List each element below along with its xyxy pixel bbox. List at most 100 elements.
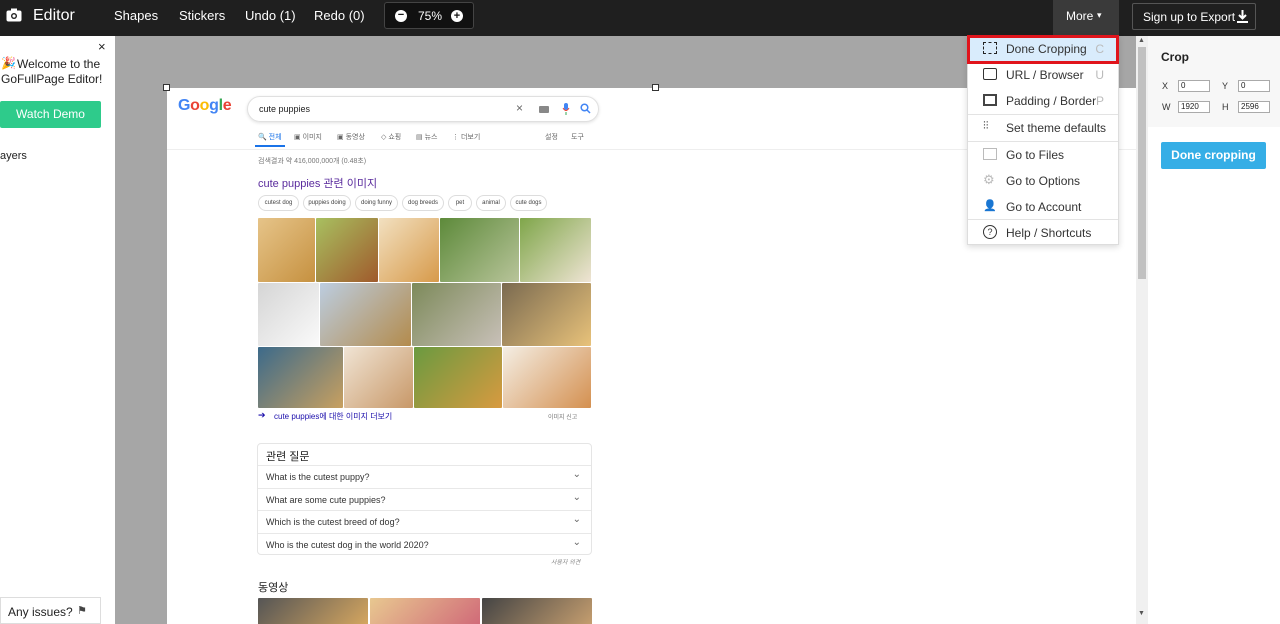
zoom-in-icon[interactable]: + — [451, 10, 463, 22]
tab-videos[interactable]: ▣ 동영상 — [337, 132, 365, 142]
browser-icon — [983, 68, 997, 80]
chevron-down-icon: ⌄ — [572, 469, 581, 480]
puppy-image[interactable] — [258, 347, 343, 408]
chip[interactable]: cutest dog — [258, 195, 299, 211]
close-icon[interactable]: × — [98, 39, 106, 54]
clear-icon[interactable]: × — [516, 101, 523, 115]
zoom-control: − 75% + — [384, 2, 474, 29]
tab-underline — [255, 145, 285, 147]
menu-item-options[interactable]: ⚙ Go to Options — [968, 168, 1118, 194]
zoom-level: 75% — [418, 9, 443, 23]
video-thumbnail[interactable] — [482, 598, 592, 624]
puppy-image[interactable] — [503, 347, 591, 408]
h-input[interactable]: 2596 — [1238, 101, 1270, 113]
question-row[interactable]: Which is the cutest breed of dog? ⌄ — [258, 510, 591, 532]
tab-news[interactable]: ▤ 뉴스 — [416, 132, 437, 142]
w-input[interactable]: 1920 — [1178, 101, 1210, 113]
puppy-image[interactable] — [502, 283, 591, 346]
feedback-link[interactable]: 사용자 의견 — [551, 557, 580, 566]
h-label: H — [1222, 102, 1229, 112]
chip[interactable]: puppies doing — [303, 195, 351, 211]
scroll-up-icon[interactable]: ▲ — [1138, 37, 1145, 44]
puppy-image[interactable] — [379, 218, 439, 282]
google-search-box[interactable]: cute puppies × — [247, 96, 599, 122]
tab-all[interactable]: 🔍 전체 — [258, 132, 282, 142]
export-button[interactable]: Sign up to Export — [1132, 3, 1256, 30]
related-questions: 관련 질문 What is the cutest puppy? ⌄ What ar… — [257, 443, 592, 555]
question-row[interactable]: What are some cute puppies? ⌄ — [258, 488, 591, 510]
question-row[interactable]: What is the cutest puppy? ⌄ — [258, 465, 591, 487]
more-button[interactable]: More ▾ — [1053, 0, 1119, 36]
undo-button[interactable]: Undo (1) — [245, 0, 296, 36]
chip[interactable]: animal — [476, 195, 506, 211]
menu-item-label: URL / Browser — [1006, 68, 1084, 82]
menu-shortcut: P — [1095, 94, 1104, 108]
puppy-image[interactable] — [440, 218, 519, 282]
video-thumbnail[interactable] — [370, 598, 480, 624]
tab-news-label: 뉴스 — [424, 134, 438, 141]
w-label: W — [1162, 102, 1171, 112]
padding-icon — [983, 94, 997, 106]
chip[interactable]: pet — [448, 195, 472, 211]
search-icon[interactable] — [580, 103, 591, 114]
menu-item-help[interactable]: ? Help / Shortcuts — [968, 220, 1118, 246]
menu-item-label: Padding / Border — [1006, 94, 1097, 108]
menu-item-done-cropping[interactable]: Done Cropping C — [967, 35, 1119, 64]
chip[interactable]: cute dogs — [510, 195, 547, 211]
puppy-image[interactable] — [258, 283, 319, 346]
question-text: What is the cutest puppy? — [266, 472, 370, 482]
tab-images-label: 이미지 — [302, 134, 322, 141]
done-cropping-label: Done cropping — [1171, 148, 1256, 162]
menu-item-account[interactable]: 👤 Go to Account — [968, 194, 1118, 220]
vertical-scrollbar[interactable]: ▲ ▼ — [1136, 36, 1148, 624]
chevron-down-icon: ⌄ — [572, 492, 581, 503]
zoom-out-icon[interactable]: − — [395, 10, 407, 22]
menu-item-padding-border[interactable]: Padding / Border P — [968, 88, 1118, 114]
keyboard-icon[interactable] — [539, 106, 549, 113]
menu-item-url-browser[interactable]: URL / Browser U — [968, 62, 1118, 88]
puppy-image[interactable] — [520, 218, 591, 282]
shapes-button[interactable]: Shapes — [114, 0, 158, 36]
chevron-down-icon: ⌄ — [572, 514, 581, 525]
scroll-down-icon[interactable]: ▼ — [1138, 610, 1145, 617]
menu-item-label: Go to Files — [1006, 148, 1065, 162]
video-thumbnail[interactable] — [258, 598, 368, 624]
more-images-link[interactable]: cute puppies에 대한 이미지 더보기 — [274, 411, 392, 422]
stickers-button[interactable]: Stickers — [179, 0, 225, 36]
export-label: Sign up to Export — [1143, 10, 1236, 24]
question-row[interactable]: Who is the cutest dog in the world 2020?… — [258, 533, 591, 555]
chip[interactable]: dog breeds — [402, 195, 444, 211]
x-input[interactable]: 0 — [1178, 80, 1210, 92]
tab-more-label: 더보기 — [460, 134, 481, 141]
help-icon: ? — [983, 225, 997, 239]
user-icon: 👤 — [983, 200, 997, 212]
tab-shopping[interactable]: ◇ 쇼핑 — [381, 132, 401, 142]
puppy-image[interactable] — [344, 347, 413, 408]
crop-handle[interactable] — [652, 84, 659, 91]
any-issues-button[interactable]: Any issues? ⚑ — [0, 597, 101, 624]
mic-icon[interactable] — [562, 103, 570, 115]
puppy-image[interactable] — [320, 283, 411, 346]
scrollbar-thumb[interactable] — [1138, 47, 1146, 279]
tab-more[interactable]: ⋮ 더보기 — [452, 132, 480, 142]
report-images-link[interactable]: 이미지 신고 — [548, 412, 577, 421]
puppy-image[interactable] — [414, 347, 502, 408]
menu-item-theme-defaults[interactable]: ⫶⫶ Set theme defaults — [968, 115, 1118, 141]
redo-button[interactable]: Redo (0) — [314, 0, 365, 36]
watch-demo-button[interactable]: Watch Demo — [0, 101, 101, 128]
tab-images[interactable]: ▣ 이미지 — [294, 132, 322, 142]
tab-shopping-label: 쇼핑 — [388, 134, 402, 141]
done-cropping-button[interactable]: Done cropping — [1161, 142, 1266, 169]
tab-tools[interactable]: 도구 — [571, 132, 584, 142]
puppy-image[interactable] — [412, 283, 501, 346]
puppy-image[interactable] — [258, 218, 315, 282]
question-text: What are some cute puppies? — [266, 495, 386, 505]
crop-handle[interactable] — [163, 84, 170, 91]
y-input[interactable]: 0 — [1238, 80, 1270, 92]
images-header-link[interactable]: cute puppies 관련 이미지 — [258, 175, 377, 191]
caret-down-icon: ▾ — [1097, 10, 1102, 20]
chip[interactable]: doing funny — [355, 195, 398, 211]
tab-settings[interactable]: 설정 — [545, 132, 558, 142]
puppy-image[interactable] — [316, 218, 378, 282]
menu-item-files[interactable]: Go to Files — [968, 142, 1118, 168]
